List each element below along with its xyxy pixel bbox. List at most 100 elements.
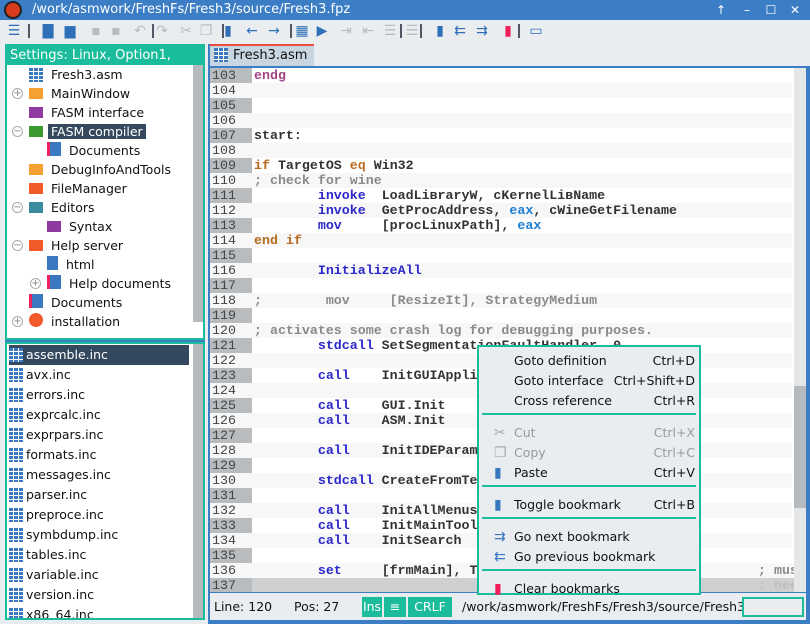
- close-button[interactable]: ✕: [786, 2, 804, 18]
- clear-bookmarks-icon[interactable]: ▮: [500, 23, 516, 39]
- pin-button[interactable]: ↑: [712, 2, 730, 18]
- title-bar: /work/asmwork/FreshFs/Fresh3/source/Fres…: [0, 0, 810, 20]
- next-bookmark-icon[interactable]: ⇉: [474, 23, 490, 39]
- tree-item[interactable]: DebugInfoAndTools: [29, 160, 174, 179]
- outdent-icon[interactable]: ⇤: [360, 23, 376, 39]
- tree-item[interactable]: Help documents: [47, 274, 174, 293]
- menu-item-goto-interface[interactable]: Goto interface Ctrl+Shift+D: [481, 371, 697, 391]
- uncomment-icon[interactable]: ☰: [404, 23, 420, 39]
- cut-icon[interactable]: ✂: [178, 23, 194, 39]
- code-token: eq: [349, 158, 374, 173]
- file-list-item[interactable]: exprcalc.inc: [9, 405, 189, 425]
- file-list-item[interactable]: errors.inc: [9, 385, 189, 405]
- save-all-icon[interactable]: ▪: [108, 23, 124, 39]
- line-number: 126: [212, 413, 236, 428]
- file-list-item[interactable]: assemble.inc: [9, 345, 189, 365]
- scroll-thumb[interactable]: [794, 386, 806, 508]
- collapse-icon[interactable]: −: [12, 240, 23, 251]
- tab-fresh3-asm[interactable]: Fresh3.asm: [210, 44, 314, 66]
- file-list-item[interactable]: avx.inc: [9, 365, 189, 385]
- menu-item-cut[interactable]: ✂ Cut Ctrl+X: [481, 423, 697, 443]
- menu-icon[interactable]: ☰: [6, 23, 22, 39]
- file-list-item[interactable]: formats.inc: [9, 445, 189, 465]
- tree-item[interactable]: FASM compiler: [29, 122, 146, 141]
- save-icon[interactable]: ▪: [88, 23, 104, 39]
- menu-item-cross-reference[interactable]: Cross reference Ctrl+R: [481, 391, 697, 411]
- code-text: call InitAllMenus: [254, 503, 478, 518]
- expand-icon[interactable]: +: [12, 316, 23, 327]
- wrap-icon[interactable]: ≡: [384, 597, 406, 617]
- code-token: [procLinuxPath],: [341, 218, 518, 233]
- prev-bookmark-icon[interactable]: ⇇: [452, 23, 468, 39]
- menu-item-clear-bookmarks[interactable]: ▮ Clear bookmarks: [481, 579, 697, 599]
- file-list-item[interactable]: parser.inc: [9, 485, 189, 505]
- indent-icon[interactable]: ⇥: [338, 23, 354, 39]
- tree-item[interactable]: Editors: [29, 198, 98, 217]
- maximize-button[interactable]: ☐: [762, 2, 780, 18]
- menu-item-shortcut: Ctrl+R: [653, 393, 695, 408]
- toggle-bookmark-icon[interactable]: ▮: [432, 23, 448, 39]
- menu-item-toggle-bookmark[interactable]: ▮ Toggle bookmark Ctrl+B: [481, 495, 697, 515]
- tree-item[interactable]: MainWindow: [29, 84, 133, 103]
- asm-file-icon: [9, 348, 23, 362]
- project-settings-header[interactable]: Settings: Linux, Option1,: [7, 46, 203, 65]
- tree-item[interactable]: Documents: [29, 293, 125, 312]
- tree-item[interactable]: Help server: [29, 236, 126, 255]
- minimize-button[interactable]: –: [738, 2, 756, 18]
- code-line: 115: [210, 248, 792, 263]
- forward-icon[interactable]: →: [266, 23, 282, 39]
- terminal-icon[interactable]: ▭: [528, 23, 544, 39]
- file-list-item[interactable]: exprpars.inc: [9, 425, 189, 445]
- expand-icon[interactable]: +: [30, 278, 41, 289]
- expand-icon[interactable]: +: [12, 88, 23, 99]
- line-number: 119: [212, 308, 236, 323]
- menu-item-goto-definition[interactable]: Goto definition Ctrl+D: [481, 351, 697, 371]
- tree-scrollbar[interactable]: [193, 65, 203, 322]
- file-list-item[interactable]: version.inc: [9, 585, 189, 605]
- run-icon[interactable]: ▶: [314, 23, 330, 39]
- menu-item-shortcut: Ctrl+C: [653, 445, 695, 460]
- code-line: 103 endg: [210, 68, 792, 83]
- code-text: start:: [254, 128, 302, 143]
- bookmark-icon: ▮: [494, 497, 502, 513]
- file-list-scrollbar[interactable]: [193, 344, 203, 618]
- eol-badge[interactable]: CRLF: [408, 597, 452, 617]
- tree-item[interactable]: FileManager: [29, 179, 130, 198]
- tree-item[interactable]: installation: [29, 312, 123, 331]
- new-file-icon[interactable]: ▇: [40, 23, 56, 39]
- code-text: invoke LoadLiвraryW, cKernelLiвName: [254, 188, 605, 203]
- redo-icon[interactable]: ↷: [154, 23, 170, 39]
- folder-icon: [29, 88, 43, 99]
- file-list-item[interactable]: preproce.inc: [9, 505, 189, 525]
- menu-separator: [482, 517, 696, 519]
- back-icon[interactable]: ←: [244, 23, 260, 39]
- asm-file-icon: [9, 368, 23, 382]
- file-list-item[interactable]: symbdump.inc: [9, 525, 189, 545]
- tree-item[interactable]: Syntax: [47, 217, 115, 236]
- tree-item[interactable]: FASM interface: [29, 103, 147, 122]
- file-list-item[interactable]: tables.inc: [9, 545, 189, 565]
- collapse-icon[interactable]: −: [12, 126, 23, 137]
- tab-label: Fresh3.asm: [233, 48, 308, 63]
- code-token: ; activates some crash log for deвugging…: [254, 323, 653, 338]
- file-list-item[interactable]: messages.inc: [9, 465, 189, 485]
- menu-item-go-next-bookmark[interactable]: ⇉ Go next bookmark: [481, 527, 697, 547]
- file-list-item[interactable]: variable.inc: [9, 565, 189, 585]
- undo-icon[interactable]: ↶: [132, 23, 148, 39]
- comment-icon[interactable]: ☰: [382, 23, 398, 39]
- tree-item[interactable]: Fresh3.asm: [29, 65, 126, 84]
- menu-item-copy[interactable]: ❐ Copy Ctrl+C: [481, 443, 697, 463]
- compile-icon[interactable]: ▦: [294, 23, 310, 39]
- file-list-item[interactable]: x86_64.inc: [9, 605, 189, 618]
- tree-item[interactable]: html: [47, 255, 97, 274]
- vertical-scrollbar[interactable]: [794, 68, 806, 592]
- open-icon[interactable]: ▆: [62, 23, 78, 39]
- menu-item-paste[interactable]: ▮ Paste Ctrl+V: [481, 463, 697, 483]
- menu-item-label: Go previous bookmark: [514, 549, 656, 564]
- tree-item[interactable]: Documents: [47, 141, 143, 160]
- menu-item-go-previous-bookmark[interactable]: ⇇ Go previous bookmark: [481, 547, 697, 567]
- collapse-icon[interactable]: −: [12, 202, 23, 213]
- insert-mode-badge[interactable]: Ins: [362, 597, 382, 617]
- copy-icon[interactable]: ❐: [198, 23, 214, 39]
